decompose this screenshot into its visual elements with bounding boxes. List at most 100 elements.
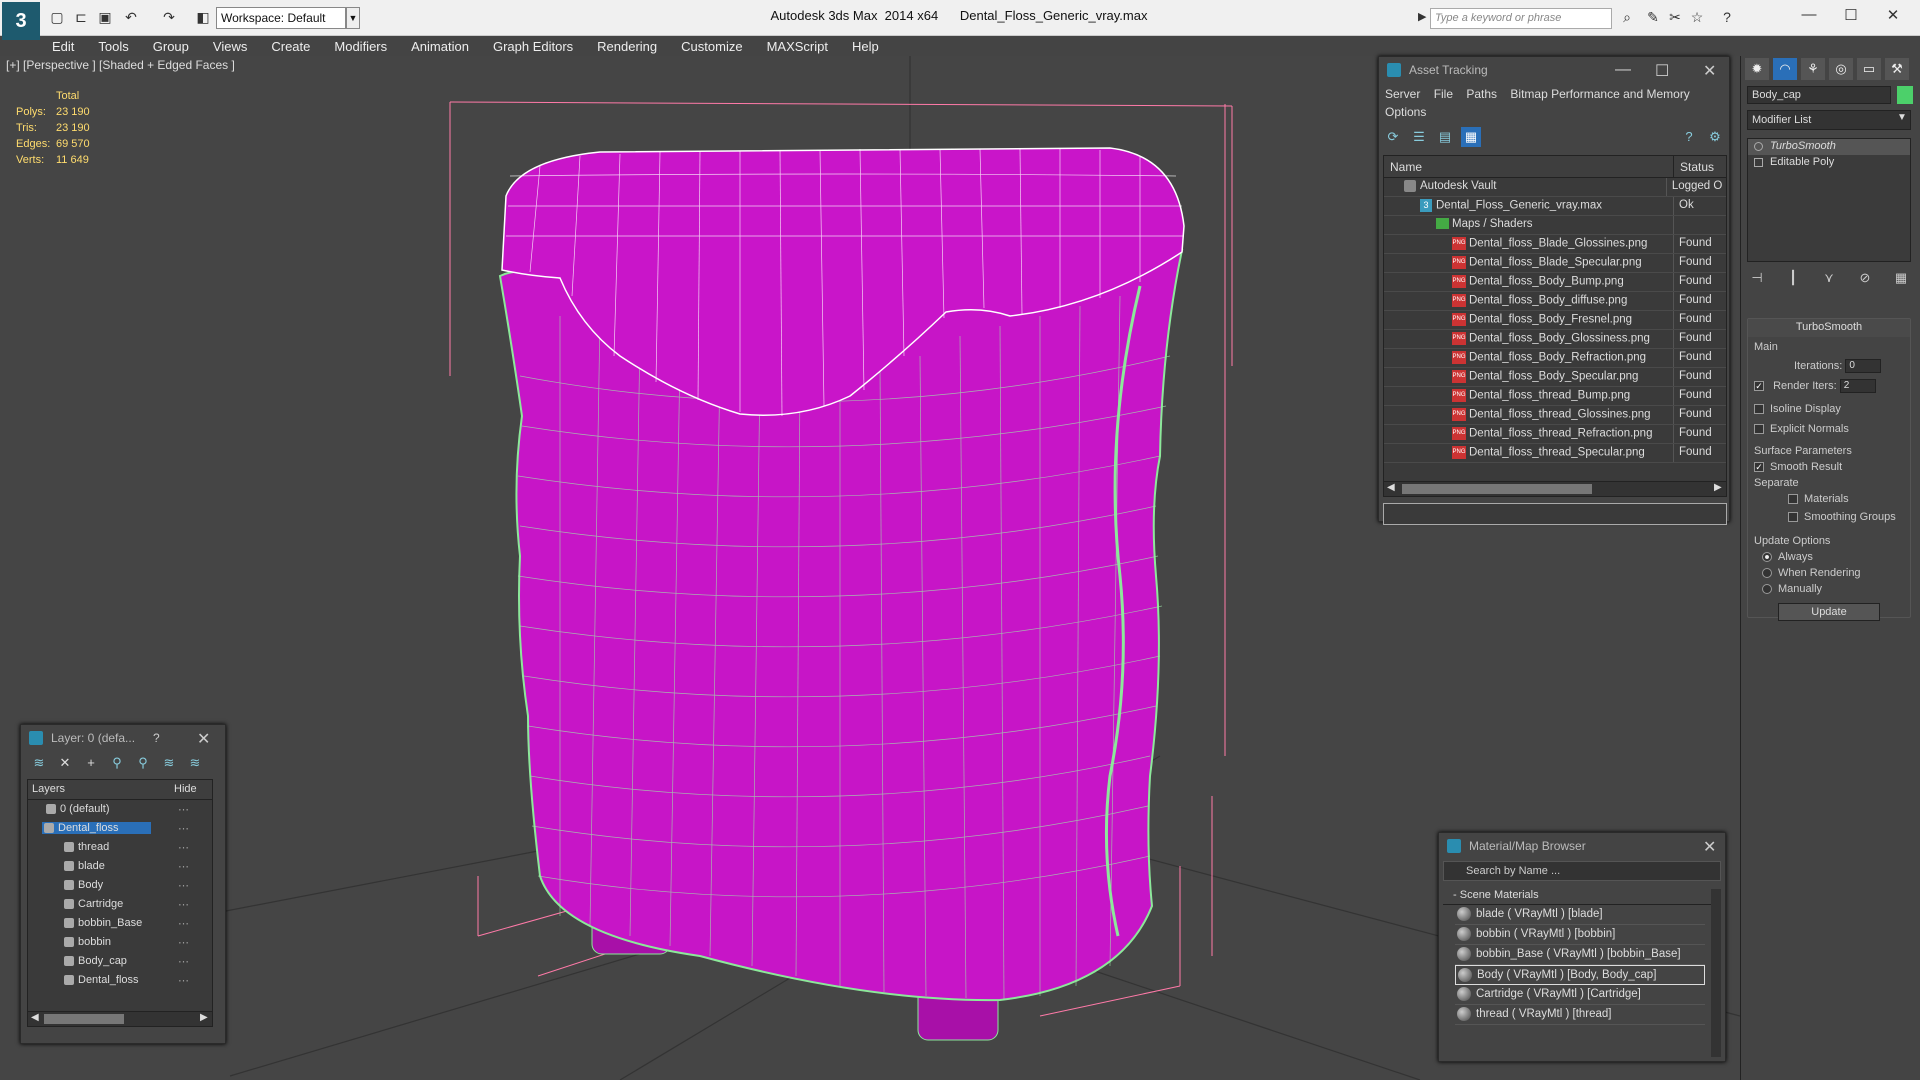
chevron-right-icon[interactable]: ▶	[1418, 10, 1426, 23]
subscription-icon[interactable]: ✎	[1644, 8, 1662, 26]
save-icon[interactable]: ▣	[96, 8, 114, 26]
asset-tracking-titlebar[interactable]: Asset Tracking — ☐ ✕	[1379, 57, 1729, 83]
hide-all-icon[interactable]: ≋	[159, 753, 179, 773]
asset-menu-options[interactable]: Options	[1385, 105, 1426, 119]
menu-rendering[interactable]: Rendering	[585, 36, 669, 56]
workspace-arrow-icon[interactable]: ▼	[346, 7, 360, 29]
menu-help[interactable]: Help	[840, 36, 891, 56]
add-to-layer-icon[interactable]: +	[81, 753, 101, 773]
help-icon[interactable]: ?	[1679, 127, 1699, 147]
delete-layer-icon[interactable]: ✕	[55, 753, 75, 773]
refresh-icon[interactable]: ⟳	[1383, 127, 1403, 147]
keyword-search-input[interactable]: Type a keyword or phrase	[1430, 8, 1612, 29]
app-logo-icon[interactable]: 3	[2, 2, 40, 40]
hide-toggle-icon[interactable]: ⋯	[178, 898, 189, 911]
asset-row[interactable]: PNG Dental_floss_Body_Glossiness.png Found	[1384, 330, 1726, 349]
maximize-icon[interactable]: ☐	[1655, 61, 1669, 81]
menu-edit[interactable]: Edit	[40, 36, 86, 56]
iterations-spinner[interactable]: 0	[1845, 359, 1882, 373]
maximize-icon[interactable]: ☐	[1836, 6, 1866, 26]
minimize-icon[interactable]: —	[1615, 61, 1631, 79]
modify-tab-icon[interactable]: ◠	[1773, 58, 1797, 80]
configure-sets-icon[interactable]: ▦	[1891, 270, 1911, 292]
highlight-layer-icon[interactable]: ⚲	[133, 753, 153, 773]
expand-icon[interactable]	[1754, 158, 1763, 167]
material-browser-titlebar[interactable]: Material/Map Browser ✕	[1439, 833, 1725, 859]
select-objects-icon[interactable]: ⚲	[107, 753, 127, 773]
stack-item-turbosmooth[interactable]: TurboSmooth	[1748, 139, 1910, 155]
layer-row[interactable]: bobbin_Base ⋯	[28, 914, 212, 933]
asset-menu-file[interactable]: File	[1434, 87, 1453, 101]
always-radio[interactable]	[1762, 552, 1772, 563]
material-item[interactable]: bobbin_Base ( VRayMtl ) [bobbin_Base]	[1455, 945, 1705, 965]
undo-icon[interactable]: ↶	[122, 8, 140, 26]
asset-menu-bitmap[interactable]: Bitmap Performance and Memory	[1510, 87, 1689, 101]
table-view-icon[interactable]: ▤	[1435, 127, 1455, 147]
asset-row[interactable]: PNG Dental_floss_Body_Refraction.png Found	[1384, 349, 1726, 368]
close-icon[interactable]: ✕	[1703, 61, 1716, 81]
viewport-label[interactable]: [+] [Perspective ] [Shaded + Edged Faces…	[6, 58, 235, 72]
object-name-input[interactable]: Body_cap	[1747, 86, 1891, 104]
close-icon[interactable]: ✕	[197, 729, 210, 749]
motion-tab-icon[interactable]: ◎	[1829, 58, 1853, 80]
collapse-icon[interactable]: -	[1453, 889, 1460, 901]
smooth-result-row[interactable]: ✓ Smooth Result	[1754, 461, 1904, 473]
new-file-icon[interactable]: ▢	[48, 8, 66, 26]
smooth-result-checkbox[interactable]: ✓	[1754, 462, 1764, 473]
hide-toggle-icon[interactable]: ⋯	[178, 917, 189, 930]
asset-path-field[interactable]	[1383, 503, 1727, 525]
favorites-star-icon[interactable]: ☆	[1688, 8, 1706, 26]
material-item[interactable]: bobbin ( VRayMtl ) [bobbin]	[1455, 925, 1705, 945]
grid-view-icon[interactable]: ▦	[1461, 127, 1481, 147]
asset-row[interactable]: PNG Dental_floss_Blade_Specular.png Found	[1384, 254, 1726, 273]
layer-row[interactable]: Cartridge ⋯	[28, 895, 212, 914]
new-layer-icon[interactable]: ≋	[29, 753, 49, 773]
hide-toggle-icon[interactable]: ⋯	[178, 879, 189, 892]
manually-row[interactable]: Manually	[1762, 583, 1904, 595]
asset-menu-paths[interactable]: Paths	[1466, 87, 1497, 101]
menu-animation[interactable]: Animation	[399, 36, 481, 56]
asset-row[interactable]: PNG Dental_floss_thread_Glossines.png Foun…	[1384, 406, 1726, 425]
material-item[interactable]: Cartridge ( VRayMtl ) [Cartridge]	[1455, 985, 1705, 1005]
utilities-tab-icon[interactable]: ⚒	[1885, 58, 1909, 80]
settings-icon[interactable]: ⚙	[1705, 127, 1725, 147]
when-rendering-radio[interactable]	[1762, 568, 1772, 579]
material-item[interactable]: blade ( VRayMtl ) [blade]	[1455, 905, 1705, 925]
scroll-left-icon[interactable]: ◀	[1387, 482, 1395, 493]
workspace-dropdown[interactable]: Workspace: Default	[216, 7, 346, 29]
layer-horizontal-scrollbar[interactable]: ◀ ▶	[27, 1011, 213, 1027]
freeze-all-icon[interactable]: ≋	[185, 753, 205, 773]
asset-row[interactable]: PNG Dental_floss_thread_Bump.png Found	[1384, 387, 1726, 406]
menu-create[interactable]: Create	[259, 36, 322, 56]
hide-toggle-icon[interactable]: ⋯	[178, 936, 189, 949]
material-item[interactable]: thread ( VRayMtl ) [thread]	[1455, 1005, 1705, 1025]
display-tab-icon[interactable]: ▭	[1857, 58, 1881, 80]
asset-row[interactable]: Maps / Shaders	[1384, 216, 1726, 235]
create-tab-icon[interactable]: ✹	[1745, 58, 1769, 80]
material-search-input[interactable]: Search by Name ...	[1443, 861, 1721, 881]
scroll-left-icon[interactable]: ◀	[31, 1012, 39, 1023]
project-folder-icon[interactable]: ◧	[194, 8, 212, 26]
menu-maxscript[interactable]: MAXScript	[755, 36, 840, 56]
column-layers[interactable]: Layers	[32, 783, 65, 795]
redo-icon[interactable]: ↷	[160, 8, 178, 26]
render-iters-checkbox[interactable]: ✓	[1754, 381, 1764, 391]
smoothing-groups-checkbox[interactable]	[1788, 512, 1798, 523]
column-hide[interactable]: Hide	[174, 783, 197, 795]
hide-toggle-icon[interactable]: ⋯	[178, 860, 189, 873]
menu-group[interactable]: Group	[141, 36, 201, 56]
open-file-icon[interactable]: ⊏	[72, 8, 90, 26]
remove-modifier-icon[interactable]: ⊘	[1855, 270, 1875, 292]
layer-row[interactable]: bobbin ⋯	[28, 933, 212, 952]
scrollbar-thumb[interactable]	[1402, 484, 1592, 494]
update-button[interactable]: Update	[1778, 603, 1880, 621]
stack-item-editable-poly[interactable]: Editable Poly	[1748, 155, 1910, 171]
hide-toggle-icon[interactable]: ⋯	[178, 822, 189, 835]
help-icon[interactable]: ?	[1718, 8, 1736, 26]
smoothing-groups-row[interactable]: Smoothing Groups	[1788, 511, 1904, 523]
layer-window-titlebar[interactable]: Layer: 0 (defa... ? ✕	[21, 725, 225, 751]
layer-row[interactable]: Dental_floss ⋯	[28, 819, 212, 838]
layer-row[interactable]: 0 (default) ⋯	[28, 800, 212, 819]
make-unique-icon[interactable]: ⋎	[1819, 270, 1839, 292]
materials-checkbox[interactable]	[1788, 494, 1798, 505]
